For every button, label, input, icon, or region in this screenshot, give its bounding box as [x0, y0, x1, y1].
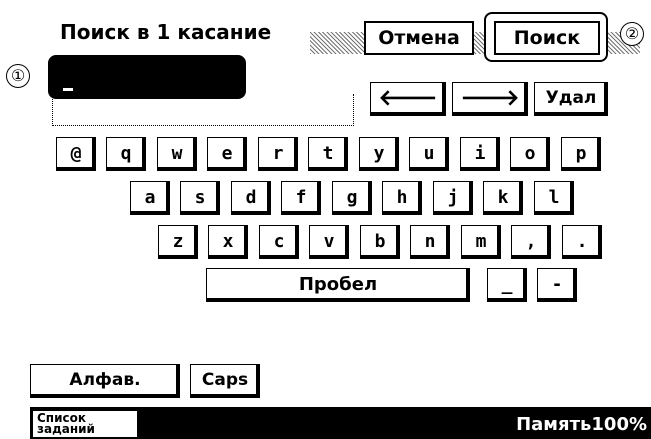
- page-title: Поиск в 1 касание: [60, 20, 272, 44]
- cancel-button[interactable]: Отмена: [364, 21, 474, 55]
- key-a[interactable]: a: [130, 181, 170, 215]
- key-p[interactable]: p: [561, 137, 601, 171]
- key-m[interactable]: m: [461, 225, 501, 259]
- key-g[interactable]: g: [332, 181, 372, 215]
- key-u[interactable]: u: [409, 137, 449, 171]
- input-underline-area: [52, 94, 354, 126]
- key-f[interactable]: f: [281, 181, 321, 215]
- key-j[interactable]: j: [433, 181, 473, 215]
- key-z[interactable]: z: [158, 225, 198, 259]
- key-k[interactable]: k: [483, 181, 523, 215]
- key-x[interactable]: x: [208, 225, 248, 259]
- key-w[interactable]: w: [157, 137, 197, 171]
- key-o[interactable]: o: [510, 137, 550, 171]
- key-t[interactable]: t: [308, 137, 348, 171]
- right-arrow-icon: 🡒: [460, 86, 520, 111]
- key-h[interactable]: h: [382, 181, 422, 215]
- search-button[interactable]: Поиск: [494, 21, 600, 55]
- key-at[interactable]: @: [56, 137, 96, 171]
- key-s[interactable]: s: [180, 181, 220, 215]
- text-cursor: [63, 88, 73, 91]
- cursor-right-button[interactable]: 🡒: [452, 82, 528, 116]
- key-period[interactable]: .: [562, 225, 602, 259]
- key-l[interactable]: l: [534, 181, 574, 215]
- alphabet-mode-button[interactable]: Алфав.: [30, 364, 180, 398]
- job-list-button[interactable]: Список заданий: [32, 410, 138, 438]
- job-list-label-2: заданий: [37, 422, 95, 436]
- key-v[interactable]: v: [309, 225, 349, 259]
- key-d[interactable]: d: [231, 181, 271, 215]
- key-underscore[interactable]: _: [487, 268, 527, 302]
- search-input[interactable]: [48, 55, 246, 99]
- key-q[interactable]: q: [106, 137, 146, 171]
- key-n[interactable]: n: [410, 225, 450, 259]
- key-b[interactable]: b: [360, 225, 400, 259]
- space-key[interactable]: Пробел: [206, 268, 470, 302]
- memory-status: Память100%: [516, 414, 647, 435]
- left-arrow-icon: 🡐: [378, 86, 438, 111]
- cursor-left-button[interactable]: 🡐: [370, 82, 446, 116]
- key-i[interactable]: i: [460, 137, 500, 171]
- caps-button[interactable]: Caps: [190, 364, 260, 398]
- key-e[interactable]: e: [207, 137, 247, 171]
- key-r[interactable]: r: [258, 137, 298, 171]
- callout-1: ①: [6, 64, 30, 88]
- callout-2: ②: [620, 22, 644, 46]
- key-y[interactable]: y: [359, 137, 399, 171]
- delete-button[interactable]: Удал: [534, 82, 608, 116]
- key-c[interactable]: c: [259, 225, 299, 259]
- key-comma[interactable]: ,: [511, 225, 551, 259]
- key-dash[interactable]: -: [537, 268, 577, 302]
